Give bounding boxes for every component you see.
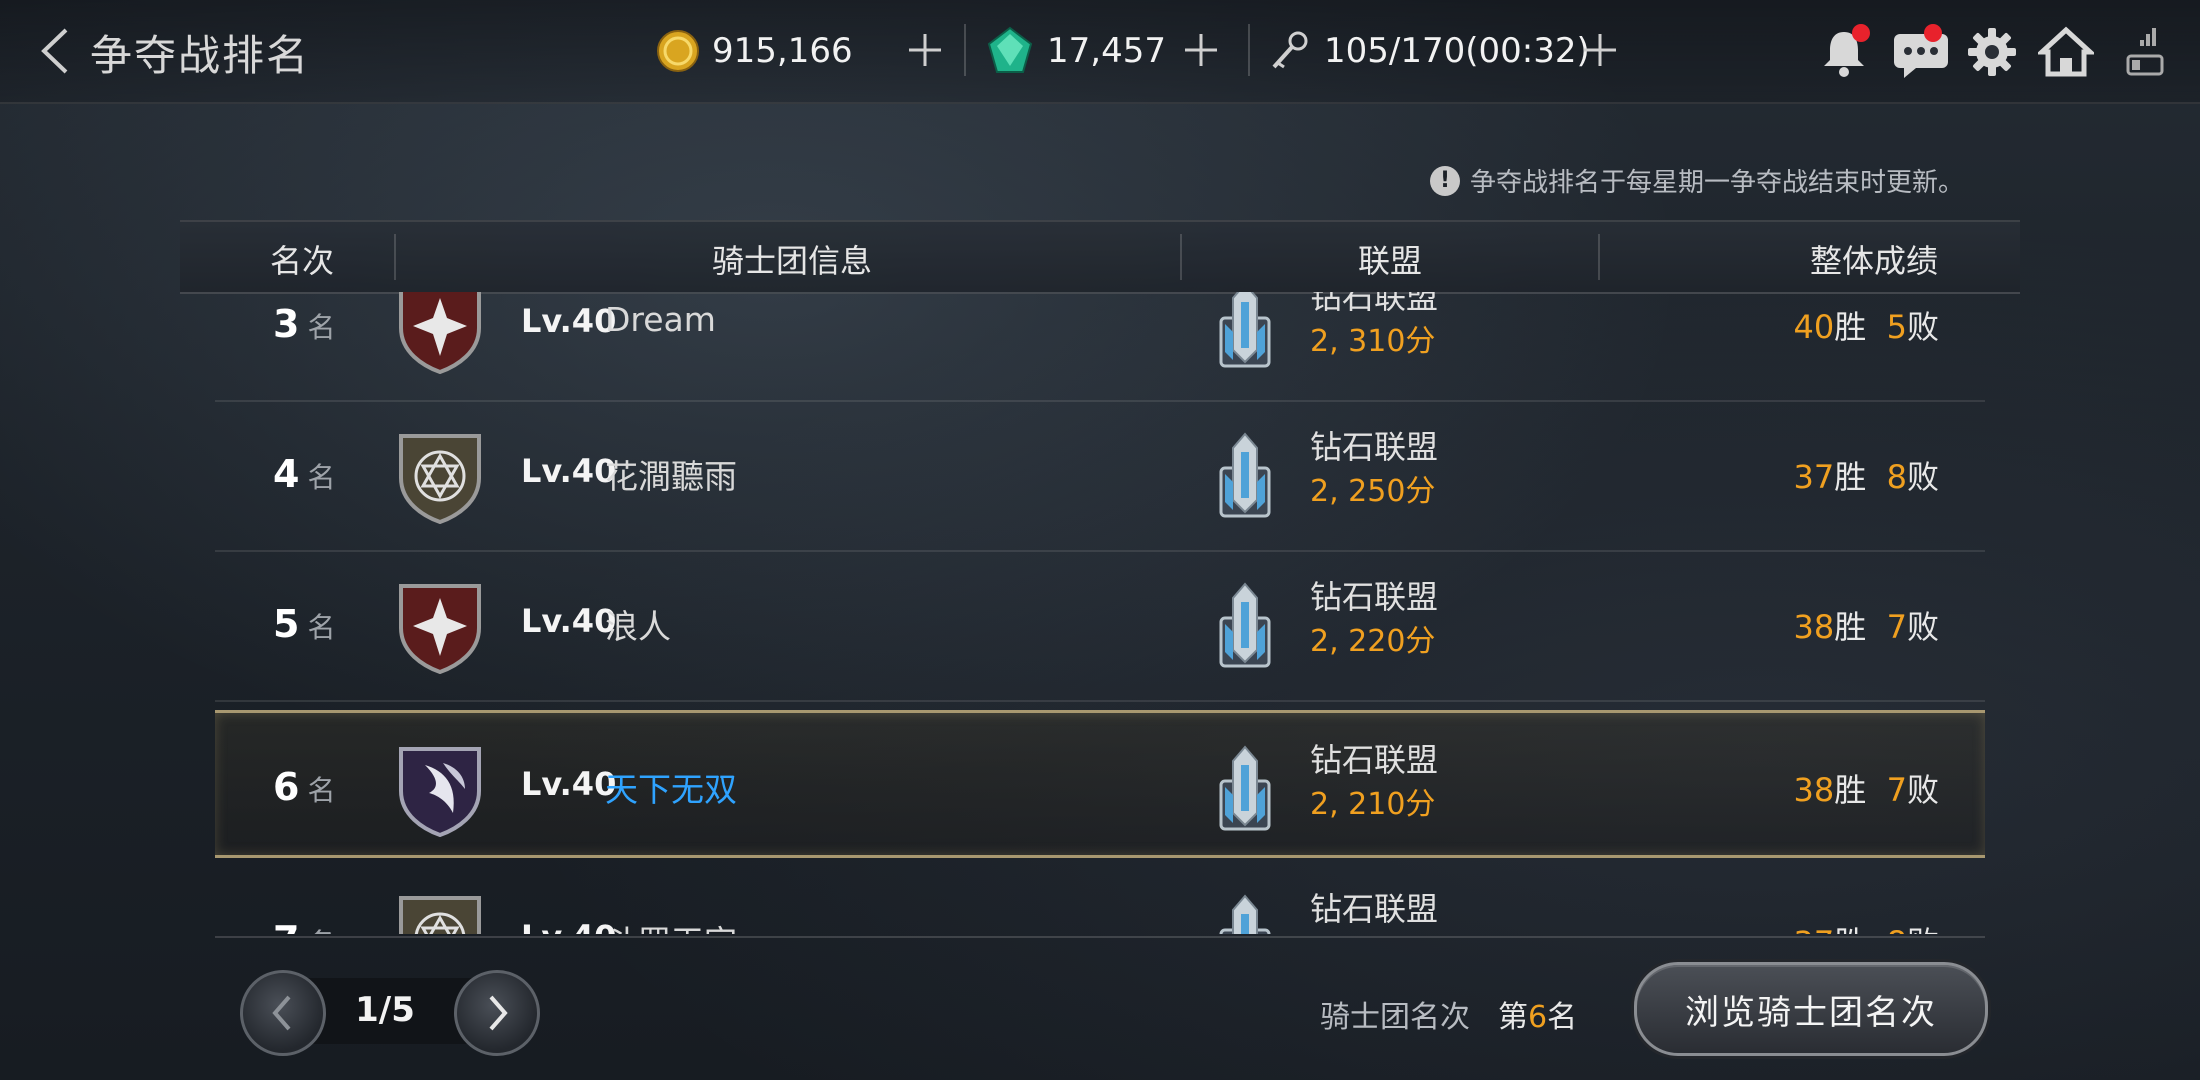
notification-dot bbox=[1852, 24, 1870, 42]
header-divider bbox=[1598, 234, 1600, 280]
rank-number: 6名 bbox=[273, 765, 336, 809]
rank-number: 7名 bbox=[273, 918, 335, 934]
diamond-alliance-icon bbox=[1215, 743, 1275, 833]
guild-name[interactable]: Dream bbox=[605, 300, 716, 339]
page-title: 争夺战排名 bbox=[90, 31, 311, 80]
header-divider bbox=[1180, 234, 1182, 280]
guild-level: Lv.40 bbox=[521, 765, 617, 803]
alliance-points: 2, 220分 bbox=[1310, 624, 1436, 659]
table-row[interactable]: 3名 Lv.40 Dream 钻石联盟 2, 310分 40胜 5败 bbox=[215, 292, 1985, 402]
diamond-alliance-icon bbox=[1215, 580, 1275, 670]
guild-name[interactable]: 斗罗天宗 bbox=[605, 916, 737, 934]
notice-text: 争夺战排名于每星期一争夺战结束时更新。 bbox=[1469, 168, 1964, 198]
header-divider bbox=[394, 234, 396, 280]
rank-number: 4名 bbox=[273, 452, 336, 496]
stamina-counter: 105/170(00:32) bbox=[1268, 26, 1590, 76]
overall-record: 37胜 8败 bbox=[1794, 918, 1939, 934]
own-guild-row[interactable]: 6名 Lv.40 天下无双 钻石联盟 2, 210分 38胜 7败 bbox=[215, 710, 1985, 858]
guild-level: Lv.40 bbox=[521, 602, 617, 640]
guild-emblem-icon bbox=[395, 890, 485, 934]
alliance-name: 钻石联盟 bbox=[1310, 890, 1439, 928]
table-row[interactable]: 5名 Lv.40 浪人 钻石联盟 2, 220分 38胜 7败 bbox=[215, 550, 1985, 702]
guild-rank-label: 骑士团名次 bbox=[1320, 1000, 1470, 1035]
list-bottom-divider bbox=[215, 936, 1985, 938]
overall-record: 37胜 8败 bbox=[1793, 458, 1939, 496]
rank-number: 5名 bbox=[273, 602, 336, 646]
alliance-points: 2, 310分 bbox=[1310, 324, 1436, 359]
signal-battery-icon bbox=[2126, 28, 2164, 76]
alliance-points: 2, 250分 bbox=[1310, 474, 1436, 509]
guild-emblem-icon bbox=[395, 292, 485, 374]
guild-emblem-icon bbox=[395, 428, 485, 524]
alliance-name: 钻石联盟 bbox=[1310, 578, 1439, 616]
overall-record: 38胜 7败 bbox=[1793, 608, 1939, 646]
column-header-guild-info: 骑士团信息 bbox=[712, 242, 873, 280]
divider bbox=[964, 24, 966, 76]
guild-name[interactable]: 天下无双 bbox=[605, 763, 737, 811]
gold-value: 915,166 bbox=[712, 31, 853, 71]
table-row[interactable]: 4名 Lv.40 花澗聽雨 钻石联盟 2, 250分 37胜 8败 bbox=[215, 400, 1985, 552]
guild-rank-summary: 骑士团名次 第6名 bbox=[1320, 1000, 1578, 1035]
diamond-alliance-icon bbox=[1215, 430, 1275, 520]
home-icon[interactable] bbox=[2038, 24, 2094, 80]
chevron-right-icon bbox=[489, 995, 508, 1031]
gold-coin-icon bbox=[657, 30, 699, 72]
guild-name[interactable]: 浪人 bbox=[605, 600, 671, 648]
next-page-button[interactable] bbox=[454, 970, 540, 1056]
ranking-list[interactable]: 3名 Lv.40 Dream 钻石联盟 2, 310分 40胜 5败 4名 Lv… bbox=[215, 292, 1985, 934]
alliance-name: 钻石联盟 bbox=[1310, 292, 1439, 316]
stamina-key-icon bbox=[1272, 31, 1308, 69]
table-row[interactable]: 7名 Lv.40 斗罗天宗 钻石联盟 37胜 8败 bbox=[215, 862, 1985, 934]
guild-emblem-icon bbox=[395, 741, 485, 837]
update-notice: ! 争夺战排名于每星期一争夺战结束时更新。 bbox=[1429, 162, 1964, 199]
column-header-rank: 名次 bbox=[270, 242, 335, 280]
guild-rank-value: 6 bbox=[1528, 1000, 1548, 1035]
guild-name[interactable]: 花澗聽雨 bbox=[605, 450, 737, 498]
guild-level: Lv.40 bbox=[521, 452, 617, 490]
overall-record: 38胜 7败 bbox=[1793, 771, 1939, 809]
overall-record: 40胜 5败 bbox=[1793, 308, 1939, 346]
alliance-name: 钻石联盟 bbox=[1310, 741, 1439, 779]
guild-level: Lv.40 bbox=[521, 302, 617, 340]
diamond-alliance-icon bbox=[1215, 292, 1275, 370]
top-bar: 争夺战排名 915,166 17,457 105/170(00:32) bbox=[0, 0, 2200, 104]
divider bbox=[1248, 24, 1250, 76]
table-header: 名次 骑士团信息 联盟 整体成绩 bbox=[180, 220, 2020, 294]
stamina-value: 105/170(00:32) bbox=[1324, 31, 1590, 71]
gold-counter: 915,166 bbox=[656, 26, 853, 76]
back-arrow-icon[interactable] bbox=[36, 26, 76, 76]
column-header-alliance: 联盟 bbox=[1358, 242, 1423, 280]
add-stamina-plus-icon[interactable] bbox=[1580, 30, 1620, 70]
browse-guild-ranking-button[interactable]: 浏览骑士团名次 bbox=[1634, 962, 1988, 1056]
pagination: 1/5 bbox=[240, 970, 540, 1056]
chat-icon[interactable] bbox=[1890, 24, 1952, 80]
gem-counter: 17,457 bbox=[985, 26, 1166, 76]
info-icon: ! bbox=[1429, 165, 1460, 196]
notification-dot bbox=[1924, 24, 1942, 42]
page-number: 1/5 bbox=[355, 990, 415, 1030]
add-gold-plus-icon[interactable] bbox=[905, 30, 945, 70]
gem-value: 17,457 bbox=[1047, 31, 1166, 71]
guild-emblem-icon bbox=[395, 578, 485, 674]
rank-number: 3名 bbox=[273, 302, 336, 346]
chevron-left-icon bbox=[272, 995, 291, 1031]
prev-page-button[interactable] bbox=[240, 970, 326, 1056]
alliance-points: 2, 210分 bbox=[1310, 787, 1436, 822]
diamond-alliance-icon bbox=[1215, 892, 1275, 934]
gear-icon[interactable] bbox=[1964, 24, 2020, 80]
add-gems-plus-icon[interactable] bbox=[1181, 30, 1221, 70]
green-gem-icon bbox=[987, 26, 1033, 73]
guild-level: Lv.40 bbox=[521, 918, 616, 934]
column-header-record: 整体成绩 bbox=[1810, 242, 1939, 280]
alliance-name: 钻石联盟 bbox=[1310, 428, 1439, 466]
